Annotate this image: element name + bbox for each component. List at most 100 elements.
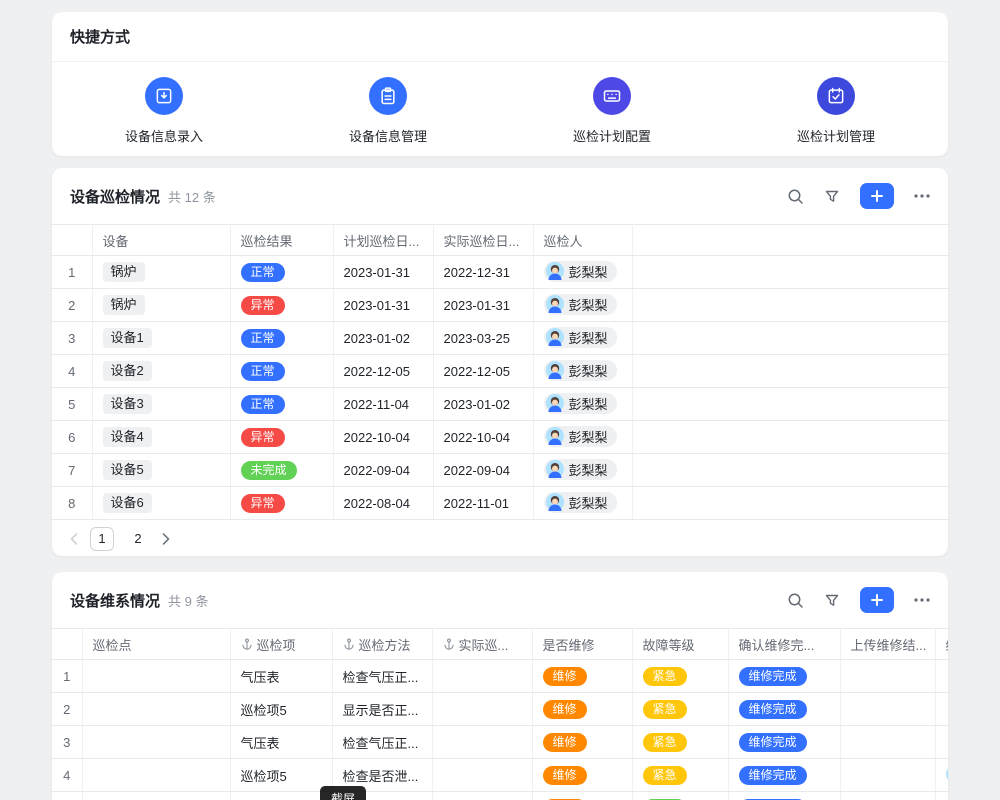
cell-inspector[interactable]: 彭梨梨 [533,355,632,388]
cell-actual-date[interactable]: 2022-11-01 [433,487,533,520]
cell-point[interactable] [82,693,230,726]
more-icon[interactable] [914,194,930,198]
shortcut-item[interactable]: 设备信息录入 [52,77,276,145]
table-row[interactable]: 5 巡检项5 显示是否正... 维修 一般 维修完成 [52,792,948,800]
search-icon[interactable] [787,188,804,205]
cell-device[interactable]: 设备4 [92,421,230,454]
cell-inspector[interactable]: 彭梨梨 [533,388,632,421]
add-record-button[interactable] [860,183,894,209]
column-header[interactable]: 巡检点 [82,629,230,660]
table-row[interactable]: 3 气压表 检查气压正... 维修 紧急 维修完成 [52,726,948,759]
column-header[interactable]: 计划巡检日... [333,225,433,256]
table-row[interactable]: 3 设备1 正常 2023-01-02 2023-03-25 彭梨梨 [52,322,948,355]
cell-confirm[interactable]: 维修完成 [728,726,840,759]
cell-repair[interactable]: 维修 [532,660,632,693]
cell-upload[interactable] [840,792,935,800]
table-row[interactable]: 1 气压表 检查气压正... 维修 紧急 维修完成 [52,660,948,693]
cell-method[interactable]: 显示是否正... [332,693,432,726]
cell-actual-date[interactable]: 2022-10-04 [433,421,533,454]
cell-inspector[interactable]: 彭梨梨 [533,289,632,322]
cell-actual-date[interactable]: 2023-01-31 [433,289,533,322]
cell-confirm[interactable]: 维修完成 [728,660,840,693]
cell-level[interactable]: 紧急 [632,660,728,693]
cell-device[interactable]: 设备5 [92,454,230,487]
cell-upload[interactable] [840,759,935,792]
cell-extra[interactable] [935,693,948,726]
cell-confirm[interactable]: 维修完成 [728,792,840,800]
cell-device[interactable]: 设备1 [92,322,230,355]
page-2-button[interactable]: 2 [126,527,150,551]
filter-icon[interactable] [824,592,840,608]
table-row[interactable]: 5 设备3 正常 2022-11-04 2023-01-02 彭梨梨 [52,388,948,421]
cell-device[interactable]: 锅炉 [92,289,230,322]
table-row[interactable]: 2 巡检项5 显示是否正... 维修 紧急 维修完成 [52,693,948,726]
filter-icon[interactable] [824,188,840,204]
table-row[interactable]: 1 锅炉 正常 2023-01-31 2022-12-31 彭梨梨 [52,256,948,289]
cell-method[interactable]: 检查气压正... [332,660,432,693]
cell-planned-date[interactable]: 2023-01-31 [333,289,433,322]
cell-planned-date[interactable]: 2022-09-04 [333,454,433,487]
column-header[interactable]: 实际巡... [432,629,532,660]
cell-actual[interactable] [432,759,532,792]
search-icon[interactable] [787,592,804,609]
table-row[interactable]: 4 设备2 正常 2022-12-05 2022-12-05 彭梨梨 [52,355,948,388]
cell-device[interactable]: 设备3 [92,388,230,421]
cell-point[interactable] [82,759,230,792]
cell-planned-date[interactable]: 2023-01-02 [333,322,433,355]
cell-planned-date[interactable]: 2022-12-05 [333,355,433,388]
cell-level[interactable]: 紧急 [632,726,728,759]
shortcut-item[interactable]: 巡检计划配置 [500,77,724,145]
cell-level[interactable]: 紧急 [632,759,728,792]
cell-repair[interactable]: 维修 [532,726,632,759]
column-header[interactable]: 故障等级 [632,629,728,660]
cell-device[interactable]: 锅炉 [92,256,230,289]
column-header[interactable]: 巡检人 [533,225,632,256]
cell-item[interactable]: 巡检项5 [230,792,332,800]
more-icon[interactable] [914,598,930,602]
table-row[interactable]: 2 锅炉 异常 2023-01-31 2023-01-31 彭梨梨 [52,289,948,322]
table-row[interactable]: 8 设备6 异常 2022-08-04 2022-11-01 彭梨梨 [52,487,948,520]
cell-actual-date[interactable]: 2022-12-05 [433,355,533,388]
cell-result[interactable]: 正常 [230,388,333,421]
column-header[interactable]: 巡检方法 [332,629,432,660]
cell-extra[interactable] [935,792,948,800]
cell-item[interactable]: 气压表 [230,726,332,759]
column-header[interactable]: 设备 [92,225,230,256]
column-header[interactable]: 巡检结果 [230,225,333,256]
shortcut-item[interactable]: 设备信息管理 [276,77,500,145]
cell-actual-date[interactable]: 2022-09-04 [433,454,533,487]
cell-confirm[interactable]: 维修完成 [728,759,840,792]
column-header[interactable] [632,225,948,256]
cell-actual[interactable] [432,726,532,759]
cell-extra[interactable] [935,726,948,759]
cell-upload[interactable] [840,693,935,726]
cell-planned-date[interactable]: 2022-11-04 [333,388,433,421]
cell-result[interactable]: 正常 [230,256,333,289]
cell-result[interactable]: 正常 [230,355,333,388]
cell-actual[interactable] [432,660,532,693]
cell-confirm[interactable]: 维修完成 [728,693,840,726]
cell-upload[interactable] [840,726,935,759]
table-row[interactable]: 7 设备5 未完成 2022-09-04 2022-09-04 彭梨梨 [52,454,948,487]
cell-upload[interactable] [840,660,935,693]
cell-planned-date[interactable]: 2022-08-04 [333,487,433,520]
cell-actual[interactable] [432,693,532,726]
cell-point[interactable] [82,660,230,693]
cell-result[interactable]: 异常 [230,487,333,520]
shortcut-item[interactable]: 巡检计划管理 [724,77,948,145]
cell-repair[interactable]: 维修 [532,792,632,800]
cell-level[interactable]: 一般 [632,792,728,800]
column-header[interactable]: 实际巡检日... [433,225,533,256]
column-header[interactable]: 巡检项 [230,629,332,660]
cell-extra[interactable] [935,660,948,693]
cell-planned-date[interactable]: 2022-10-04 [333,421,433,454]
cell-result[interactable]: 异常 [230,421,333,454]
add-record-button[interactable] [860,587,894,613]
cell-method[interactable]: 检查气压正... [332,726,432,759]
cell-inspector[interactable]: 彭梨梨 [533,454,632,487]
next-page-button[interactable] [162,533,170,545]
cell-inspector[interactable]: 彭梨梨 [533,421,632,454]
cell-item[interactable]: 气压表 [230,660,332,693]
cell-point[interactable] [82,792,230,800]
cell-inspector[interactable]: 彭梨梨 [533,256,632,289]
